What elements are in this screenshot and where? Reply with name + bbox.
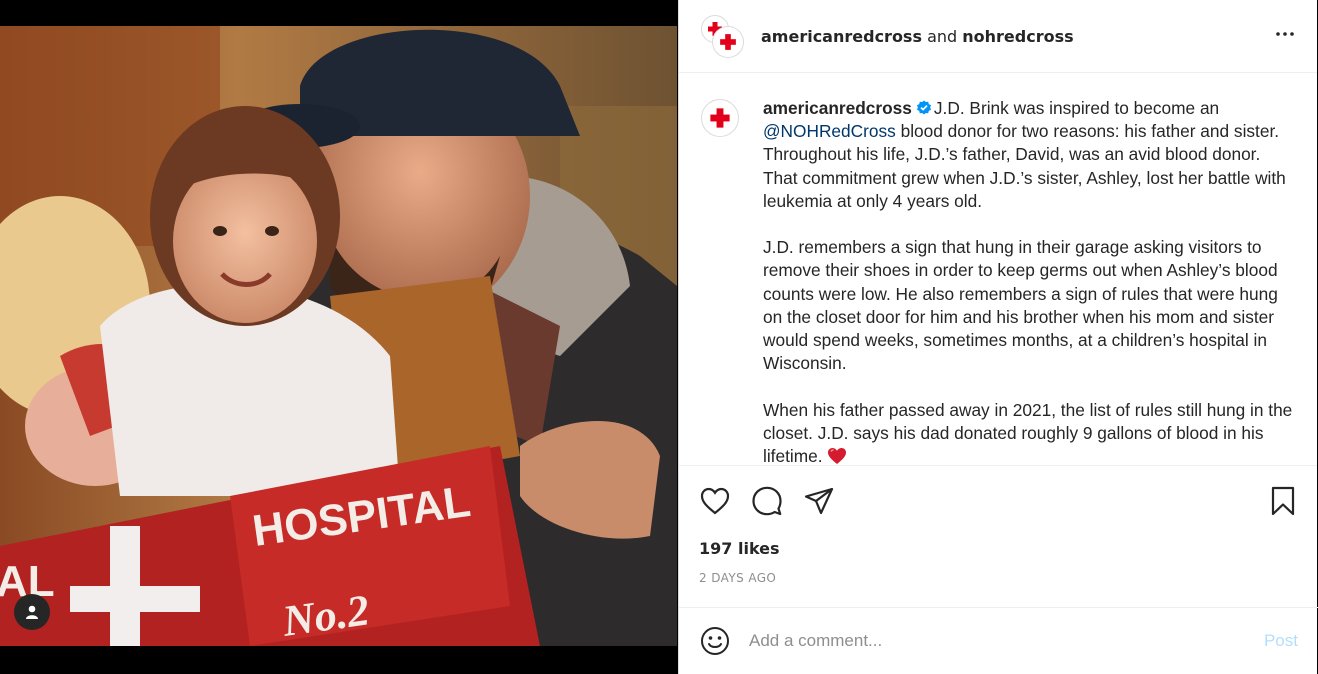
share-button[interactable] <box>803 485 835 517</box>
red-heart-emoji-icon <box>828 448 847 465</box>
likes-count-button[interactable]: 197 likes <box>679 536 1317 562</box>
heart-icon <box>700 487 730 515</box>
caption-paragraph-3: When his father passed away in 2021, the… <box>763 399 1293 465</box>
comment-button[interactable] <box>751 485 783 517</box>
red-cross-icon <box>710 108 730 128</box>
post-caption: americanredcross J.D. Brink was inspired … <box>763 97 1293 465</box>
emoji-picker-button[interactable] <box>699 625 731 657</box>
user-icon <box>26 605 38 619</box>
collaborator-username-link[interactable]: nohredcross <box>962 27 1073 46</box>
post-photo: HOSPITAL No.2 AL <box>0 26 677 646</box>
mention-link[interactable]: @NOHRedCross <box>763 121 896 141</box>
caption-paragraph-1: americanredcross J.D. Brink was inspired … <box>763 97 1293 213</box>
collab-avatars[interactable] <box>701 15 743 57</box>
bookmark-icon <box>1271 486 1295 516</box>
photo-illustration: HOSPITAL No.2 AL <box>0 26 677 646</box>
post-actions-bar <box>679 466 1317 536</box>
post-timestamp[interactable]: 2 DAYS AGO <box>679 570 1317 586</box>
more-options-button[interactable] <box>1273 22 1297 51</box>
authors-joiner: and <box>921 26 963 46</box>
post-authors: americanredcross and nohredcross <box>761 27 1273 46</box>
caption-section: americanredcross J.D. Brink was inspired … <box>679 73 1317 466</box>
post-comment-button[interactable]: Post <box>1264 631 1298 651</box>
author-username-link[interactable]: americanredcross <box>761 27 922 46</box>
like-button[interactable] <box>699 485 731 517</box>
save-button[interactable] <box>1267 485 1299 517</box>
send-icon <box>804 487 834 515</box>
smiley-icon <box>701 627 729 655</box>
author-avatar[interactable] <box>713 27 743 57</box>
comment-input[interactable] <box>749 631 1264 651</box>
post-details-panel: americanredcross and nohredcross america… <box>678 0 1318 674</box>
post-header: americanredcross and nohredcross <box>679 0 1317 73</box>
tagged-users-button[interactable] <box>14 594 50 630</box>
red-cross-icon <box>720 34 736 50</box>
caption-username-link[interactable]: americanredcross <box>763 98 912 118</box>
caption-paragraph-2: J.D. remembers a sign that hung in their… <box>763 237 1278 374</box>
caption-author-avatar[interactable] <box>701 99 739 137</box>
caption-text-1a: J.D. Brink was inspired to become an <box>933 98 1220 118</box>
comment-icon <box>752 486 782 516</box>
verified-badge-icon <box>916 100 931 115</box>
app-window: HOSPITAL No.2 AL americanredcross and no… <box>0 0 1318 674</box>
more-horizontal-icon <box>1276 31 1294 36</box>
comment-composer: Post <box>679 607 1318 674</box>
